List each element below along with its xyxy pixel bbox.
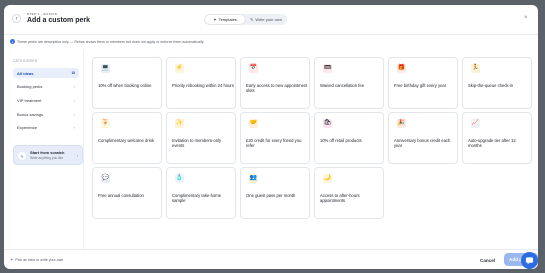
perk-card-label: Access to after-hours appointments: [320, 193, 360, 204]
sparkle-icon: ✦: [213, 17, 217, 22]
chat-icon: 💬: [101, 174, 110, 183]
perk-card[interactable]: 🍹 Complimentary welcome drink: [92, 112, 162, 164]
tab-templates[interactable]: ✦ Templates: [205, 15, 245, 24]
sidebar-heading: CATEGORIES: [13, 59, 38, 63]
shopping-bag-icon: 🛍: [323, 119, 332, 128]
handshake-icon: 🤝: [249, 119, 258, 128]
perk-card[interactable]: 👥 One guest pass per month: [240, 167, 310, 219]
mode-toggle: ✦ Templates ✎ Write your own: [204, 14, 287, 25]
perk-card[interactable]: 🎉 Anniversary bonus credit each year: [388, 112, 458, 164]
perk-card-label: £20 credit for every friend you refer: [246, 138, 302, 149]
lightning-icon: ⚡: [175, 64, 184, 73]
party-icon: ✨: [175, 119, 184, 128]
perk-card-label: Invitation to members-only events: [172, 138, 222, 149]
perk-card-label: Anniversary bonus credit each year: [394, 138, 451, 149]
page-title: Add a custom perk: [27, 17, 91, 24]
perk-card[interactable]: 💻 10% off when booking online: [92, 57, 162, 109]
sidebar-item-label: All ideas: [17, 70, 34, 76]
pencil-icon: ✎: [250, 17, 254, 22]
pencil-icon: ✎: [18, 152, 26, 160]
close-button[interactable]: ×: [524, 15, 528, 21]
perk-card[interactable]: ⚡ Priority rebooking within 24 hours: [166, 57, 236, 109]
header-divider: [4, 34, 538, 35]
footer-hint: ✦ Pick an idea or write your own: [10, 257, 63, 262]
ticket-icon: 🎟: [323, 64, 332, 73]
sparkle-icon: ✦: [10, 257, 14, 262]
perk-card-label: One guest pass per month: [246, 193, 296, 198]
laptop-icon: 💻: [101, 64, 110, 73]
chevron-right-icon: ›: [73, 124, 75, 130]
perk-card[interactable]: 🏃 Skip-the-queue check-in: [462, 57, 532, 109]
bottle-icon: 🧴: [175, 174, 184, 183]
info-notice-text: These perks are descriptive only — Rebas…: [17, 39, 205, 44]
info-notice: i These perks are descriptive only — Reb…: [10, 39, 204, 44]
perk-card-label: 10% off when booking online: [98, 83, 152, 88]
chat-widget-button[interactable]: [521, 252, 538, 269]
moon-icon: 🌙: [323, 174, 332, 183]
modal-dialog: ‹ STEP 1 · BASICS Add a custom perk ✦ Te…: [4, 5, 538, 269]
perk-card-label: Early access to new appointment slots: [246, 83, 308, 94]
perk-card-label: Skip-the-queue check-in: [468, 83, 514, 88]
sidebar-item-label: Experience: [17, 124, 38, 130]
tab-write-label: Write your own: [255, 17, 282, 22]
perk-card-label: Priority rebooking within 24 hours: [172, 83, 234, 88]
info-icon: i: [10, 39, 15, 44]
perk-card[interactable]: 💬 Free annual consultation: [92, 167, 162, 219]
tab-templates-label: Templates: [218, 17, 237, 22]
perk-card-label: Auto-upgrade tier after 12 months: [468, 138, 516, 149]
perk-card[interactable]: 🤝 £20 credit for every friend you refer: [240, 112, 310, 164]
perk-card-label: Free annual consultation: [98, 193, 144, 198]
scratch-subtitle: Write anything you like: [30, 156, 64, 160]
perk-card-label: Complimentary take-home sample: [172, 193, 222, 204]
step-label: STEP 1 · BASICS: [27, 12, 58, 16]
perk-card[interactable]: 📅 Early access to new appointment slots: [240, 57, 310, 109]
perk-card[interactable]: 🎁 Free birthday gift every year: [388, 57, 458, 109]
perk-card[interactable]: 🛍 10% off retail products: [314, 112, 384, 164]
sidebar-item-vip-treatment[interactable]: VIP treatment ›: [13, 95, 79, 105]
chat-icon: [525, 257, 534, 265]
footer-hint-text: Pick an idea or write your own: [15, 257, 64, 262]
chevron-right-icon: ›: [73, 83, 75, 89]
sidebar-item-booking-perks[interactable]: Booking perks ›: [13, 81, 79, 91]
start-from-scratch-button[interactable]: ✎ Start from scratch Write anything you …: [13, 145, 83, 165]
chart-up-icon: 📈: [471, 119, 480, 128]
count-badge: 18: [71, 71, 75, 75]
chevron-right-icon: ›: [73, 111, 75, 117]
perk-card-label: Free birthday gift every year: [394, 83, 447, 88]
sidebar-item-bonus-savings[interactable]: Bonus savings ›: [13, 109, 79, 119]
running-icon: 🏃: [471, 64, 480, 73]
chevron-right-icon: ›: [76, 153, 78, 158]
cancel-button[interactable]: Cancel: [480, 258, 495, 263]
gift-icon: 🎁: [397, 64, 406, 73]
sidebar-item-label: Bonus savings: [17, 111, 44, 117]
perk-card[interactable]: 🎟 Waived cancellation fee: [314, 57, 384, 109]
footer-divider: [4, 249, 538, 250]
perk-card[interactable]: ✨ Invitation to members-only events: [166, 112, 236, 164]
back-button[interactable]: ‹: [12, 14, 21, 23]
tab-write-your-own[interactable]: ✎ Write your own: [246, 15, 286, 24]
perk-card-label: 10% off retail products: [320, 138, 362, 143]
perk-card[interactable]: 📈 Auto-upgrade tier after 12 months: [462, 112, 532, 164]
sidebar-item-label: Booking perks: [17, 83, 43, 89]
category-sidebar: CATEGORIES All ideas 18 Booking perks › …: [10, 50, 84, 250]
close-icon: ×: [524, 15, 528, 21]
chevron-right-icon: ›: [73, 97, 75, 103]
perk-card[interactable]: 🌙 Access to after-hours appointments: [314, 167, 384, 219]
perk-card-label: Complimentary welcome drink: [98, 138, 155, 143]
calendar-icon: 📅: [249, 64, 258, 73]
drink-icon: 🍹: [101, 119, 110, 128]
guests-icon: 👥: [249, 174, 258, 183]
sidebar-item-experience[interactable]: Experience ›: [13, 122, 79, 132]
arrow-left-icon: ‹: [15, 15, 18, 22]
sidebar-item-label: VIP treatment: [17, 97, 42, 103]
perk-card-label: Waived cancellation fee: [320, 83, 365, 88]
celebration-icon: 🎉: [397, 119, 406, 128]
sidebar-item-all-ideas[interactable]: All ideas 18: [13, 68, 79, 78]
scratch-title: Start from scratch: [30, 150, 65, 155]
perk-card[interactable]: 🧴 Complimentary take-home sample: [166, 167, 236, 219]
